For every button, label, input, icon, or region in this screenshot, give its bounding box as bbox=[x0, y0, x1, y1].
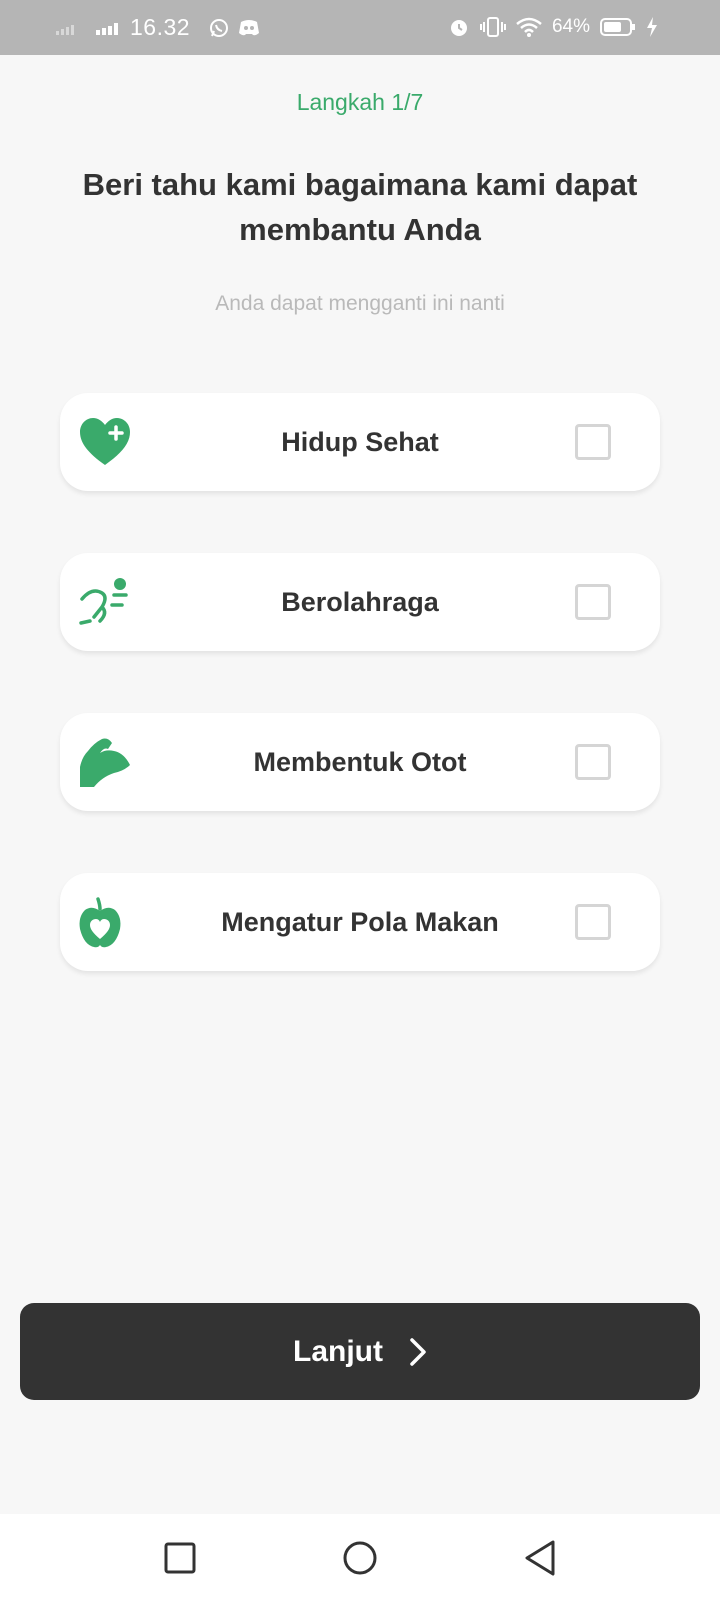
vibrate-icon bbox=[479, 17, 506, 37]
status-time: 16.32 bbox=[130, 14, 191, 40]
chevron-right-icon bbox=[410, 1337, 426, 1366]
battery-percent: 64% bbox=[551, 16, 590, 37]
status-left: 16.32 bbox=[56, 14, 260, 41]
page-title: Beri tahu kami bagaimana kami dapat memb… bbox=[82, 167, 638, 247]
option-checkbox[interactable] bbox=[575, 904, 611, 940]
option-checkbox[interactable] bbox=[575, 744, 611, 780]
status-bar: 16.32 64% bbox=[0, 0, 720, 55]
option-membentuk-otot[interactable]: Membentuk Otot bbox=[60, 713, 660, 811]
option-berolahraga[interactable]: Berolahraga bbox=[60, 553, 660, 651]
option-mengatur-pola-makan[interactable]: Mengatur Pola Makan bbox=[60, 873, 660, 971]
next-button-label: Lanjut bbox=[293, 1334, 383, 1368]
back-button[interactable] bbox=[518, 1536, 562, 1580]
signal-icon bbox=[96, 22, 118, 35]
page-subtitle: Anda dapat mengganti ini nanti bbox=[215, 292, 505, 315]
home-button[interactable] bbox=[338, 1536, 382, 1580]
alarm-icon bbox=[450, 20, 467, 36]
option-label: Hidup Sehat bbox=[281, 427, 439, 457]
wifi-icon bbox=[516, 17, 542, 37]
option-label: Membentuk Otot bbox=[253, 747, 467, 777]
home-icon bbox=[343, 1541, 377, 1575]
option-label: Mengatur Pola Makan bbox=[221, 907, 499, 937]
option-checkbox[interactable] bbox=[575, 424, 611, 460]
option-hidup-sehat[interactable]: Hidup Sehat bbox=[60, 393, 660, 491]
next-button[interactable]: Lanjut bbox=[20, 1303, 700, 1400]
step-indicator: Langkah 1/7 bbox=[296, 89, 424, 115]
battery-icon bbox=[600, 18, 635, 36]
option-label: Berolahraga bbox=[281, 587, 439, 617]
navigation-bar bbox=[0, 1514, 720, 1600]
signal-icon bbox=[56, 24, 74, 35]
status-right: 64% bbox=[448, 16, 658, 38]
back-icon bbox=[525, 1540, 555, 1576]
recent-apps-icon bbox=[164, 1542, 196, 1574]
recent-apps-button[interactable] bbox=[158, 1536, 202, 1580]
option-checkbox[interactable] bbox=[575, 584, 611, 620]
whatsapp-icon bbox=[210, 18, 229, 37]
charging-icon bbox=[647, 17, 657, 37]
discord-icon bbox=[239, 19, 260, 35]
